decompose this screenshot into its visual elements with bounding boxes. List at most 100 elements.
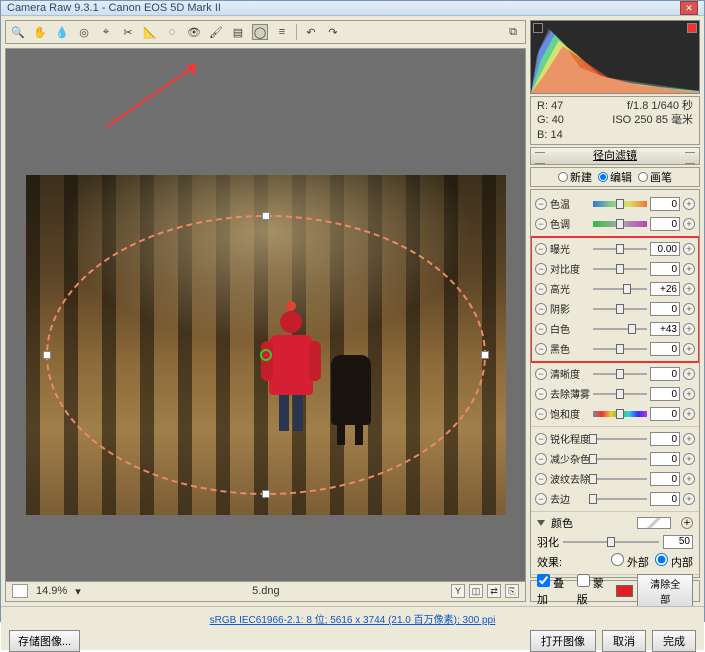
plus-icon[interactable]: +	[683, 453, 695, 465]
plus-icon[interactable]: +	[683, 493, 695, 505]
plus-icon[interactable]: +	[683, 283, 695, 295]
plus-icon[interactable]: +	[683, 323, 695, 335]
zoom-tool-icon[interactable]: 🔍	[10, 24, 26, 40]
spot-removal-icon[interactable]: ◌	[164, 24, 180, 40]
redeye-icon[interactable]: 👁	[186, 24, 202, 40]
minus-icon[interactable]: −	[535, 343, 547, 355]
radial-filter-overlay[interactable]	[46, 215, 486, 495]
done-button[interactable]: 完成	[652, 630, 696, 652]
clear-all-button[interactable]: 清除全部	[637, 574, 693, 608]
before-after-icon[interactable]: ◫	[469, 584, 483, 598]
effect-outside[interactable]: 外部	[611, 553, 649, 570]
minus-icon[interactable]: −	[535, 198, 547, 210]
slider-track[interactable]	[593, 493, 647, 505]
mode-brush[interactable]: 画笔	[638, 169, 672, 185]
plus-icon[interactable]: +	[683, 388, 695, 400]
slider-value[interactable]: 0	[650, 472, 680, 486]
slider-track[interactable]	[593, 368, 647, 380]
disclosure-triangle-icon[interactable]	[537, 520, 545, 526]
slider-track[interactable]	[593, 323, 647, 335]
slider-track[interactable]	[593, 343, 647, 355]
toggle-preview-icon[interactable]: ⧉	[505, 24, 521, 40]
slider-track[interactable]	[593, 408, 647, 420]
crop-tool-icon[interactable]: ✂	[120, 24, 136, 40]
plus-icon[interactable]: +	[683, 303, 695, 315]
hand-tool-icon[interactable]: ✋	[32, 24, 48, 40]
radial-filter-icon[interactable]: ◯	[252, 24, 268, 40]
rotate-ccw-icon[interactable]: ↶	[303, 24, 319, 40]
save-image-button[interactable]: 存储图像...	[9, 630, 80, 652]
slider-value[interactable]: 0	[650, 452, 680, 466]
slider-value[interactable]: 0	[650, 217, 680, 231]
slider-value[interactable]: 0	[650, 407, 680, 421]
slider-track[interactable]	[593, 433, 647, 445]
slider-track[interactable]	[593, 283, 647, 295]
plus-icon[interactable]: +	[683, 243, 695, 255]
minus-icon[interactable]: −	[535, 218, 547, 230]
effect-inside[interactable]: 内部	[655, 553, 693, 570]
plus-icon[interactable]: +	[683, 263, 695, 275]
rotate-cw-icon[interactable]: ↷	[325, 24, 341, 40]
minus-icon[interactable]: −	[535, 473, 547, 485]
minus-icon[interactable]: −	[535, 453, 547, 465]
copy-settings-icon[interactable]: ⎘	[505, 584, 519, 598]
slider-value[interactable]: 0	[650, 367, 680, 381]
plus-icon[interactable]: +	[683, 343, 695, 355]
color-swatch[interactable]	[637, 517, 671, 529]
slider-value[interactable]: 0	[650, 262, 680, 276]
preview-mode-icon[interactable]: Y	[451, 584, 465, 598]
slider-value[interactable]: 0	[650, 387, 680, 401]
slider-value[interactable]: 0.00	[650, 242, 680, 256]
slider-value[interactable]: 0	[650, 197, 680, 211]
minus-icon[interactable]: −	[535, 433, 547, 445]
minus-icon[interactable]: −	[535, 388, 547, 400]
histogram[interactable]	[530, 20, 700, 94]
slider-track[interactable]	[593, 303, 647, 315]
handle-bottom[interactable]	[262, 490, 270, 498]
adjustment-brush-icon[interactable]: 🖌	[208, 24, 224, 40]
plus-icon[interactable]: +	[683, 473, 695, 485]
slider-track[interactable]	[593, 388, 647, 400]
handle-left[interactable]	[43, 351, 51, 359]
zoom-level[interactable]: 14.9%	[36, 585, 67, 597]
slider-value[interactable]: 0	[650, 432, 680, 446]
minus-icon[interactable]: −	[535, 368, 547, 380]
target-adjust-icon[interactable]: ⌖	[98, 24, 114, 40]
zoom-toggle-icon[interactable]	[12, 584, 28, 598]
handle-top[interactable]	[262, 212, 270, 220]
mode-new[interactable]: 新建	[558, 169, 592, 185]
mask-color-swatch[interactable]	[616, 585, 633, 597]
close-button[interactable]: ✕	[680, 1, 698, 15]
minus-icon[interactable]: −	[535, 323, 547, 335]
mode-edit[interactable]: 编辑	[598, 169, 632, 185]
prefs-icon[interactable]: ≡	[274, 24, 290, 40]
minus-icon[interactable]: −	[535, 263, 547, 275]
slider-value[interactable]: 0	[650, 492, 680, 506]
plus-icon[interactable]: +	[683, 218, 695, 230]
feather-slider[interactable]	[563, 541, 659, 543]
minus-icon[interactable]: −	[535, 243, 547, 255]
handle-right[interactable]	[481, 351, 489, 359]
color-section[interactable]: 颜色 +	[531, 514, 699, 532]
plus-icon[interactable]: +	[683, 408, 695, 420]
slider-track[interactable]	[593, 263, 647, 275]
slider-value[interactable]: 0	[650, 342, 680, 356]
color-sampler-icon[interactable]: ◎	[76, 24, 92, 40]
minus-icon[interactable]: −	[535, 493, 547, 505]
slider-track[interactable]	[593, 198, 647, 210]
filter-pin[interactable]	[260, 349, 272, 361]
slider-track[interactable]	[593, 243, 647, 255]
slider-value[interactable]: 0	[650, 302, 680, 316]
workflow-link[interactable]: sRGB IEC61966-2.1: 8 位; 5616 x 3744 (21.…	[9, 611, 696, 626]
swap-icon[interactable]: ⇄	[487, 584, 501, 598]
image-canvas[interactable]	[5, 48, 526, 582]
plus-icon[interactable]: +	[683, 198, 695, 210]
plus-icon[interactable]: +	[681, 517, 693, 529]
graduated-filter-icon[interactable]: ▤	[230, 24, 246, 40]
feather-value[interactable]: 50	[663, 535, 693, 549]
cancel-button[interactable]: 取消	[602, 630, 646, 652]
slider-track[interactable]	[593, 218, 647, 230]
mask-check[interactable]: 蒙版	[577, 574, 613, 607]
minus-icon[interactable]: −	[535, 303, 547, 315]
open-image-button[interactable]: 打开图像	[530, 630, 596, 652]
